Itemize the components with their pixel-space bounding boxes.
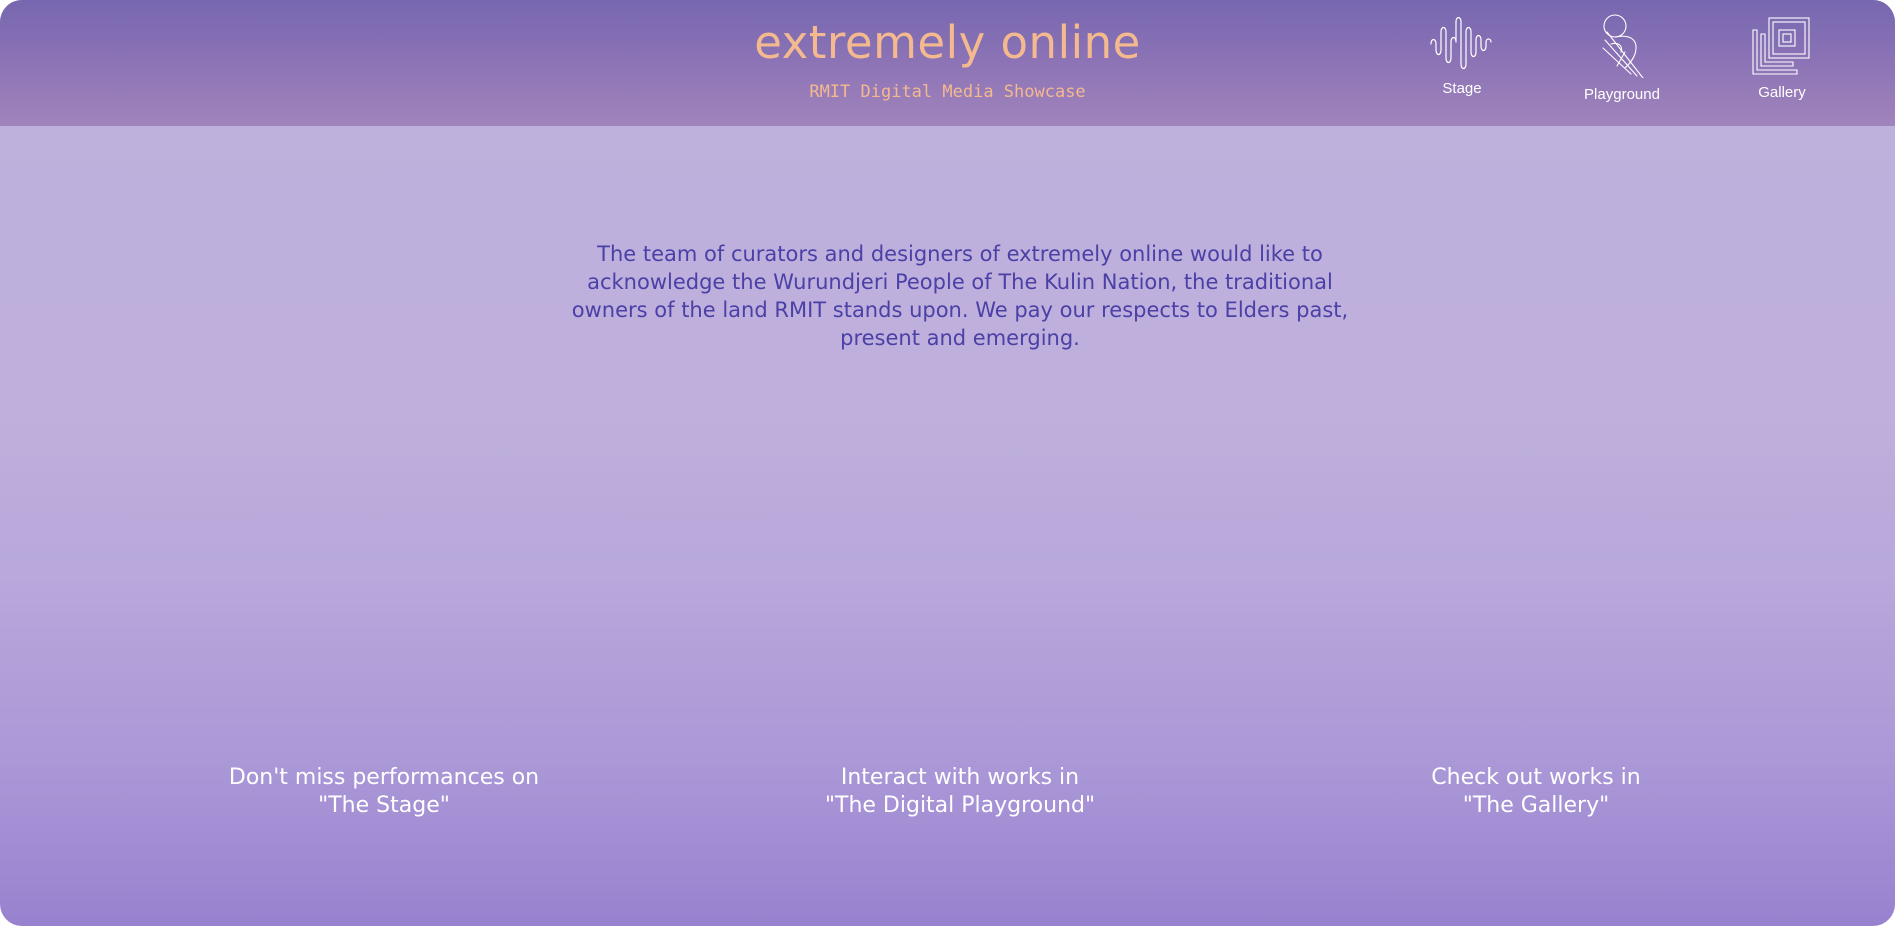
feature-gallery-line2: "The Gallery" [1462, 793, 1610, 818]
playground-icon [1602, 14, 1644, 78]
nav-label-playground: Playground [1584, 86, 1660, 103]
land-acknowledgement: The team of curators and designers of ex… [571, 242, 1349, 350]
feature-stage-link[interactable]: Don't miss performances on "The Stage" [174, 764, 594, 820]
feature-playground-line1: Interact with works in [840, 765, 1080, 790]
nav-label-gallery: Gallery [1758, 84, 1806, 101]
feature-stage-line2: "The Stage" [318, 793, 450, 818]
feature-gallery-link[interactable]: Check out works in "The Gallery" [1326, 764, 1746, 820]
feature-stage-line1: Don't miss performances on [228, 765, 540, 790]
gallery-frames-icon [1752, 17, 1810, 75]
nav-item-playground[interactable]: Playground [1567, 12, 1677, 112]
nav-label-stage: Stage [1442, 80, 1482, 97]
waveform-icon [1430, 16, 1492, 70]
page-frame: extremely online RMIT Digital Media Show… [0, 0, 1895, 926]
nav-item-gallery[interactable]: Gallery [1727, 12, 1837, 112]
feature-playground-line2: "The Digital Playground" [824, 793, 1096, 818]
feature-playground-link[interactable]: Interact with works in "The Digital Play… [750, 764, 1170, 820]
feature-gallery-line1: Check out works in [1431, 765, 1641, 790]
nav-item-stage[interactable]: Stage [1407, 12, 1517, 112]
site-header: extremely online RMIT Digital Media Show… [0, 0, 1895, 126]
